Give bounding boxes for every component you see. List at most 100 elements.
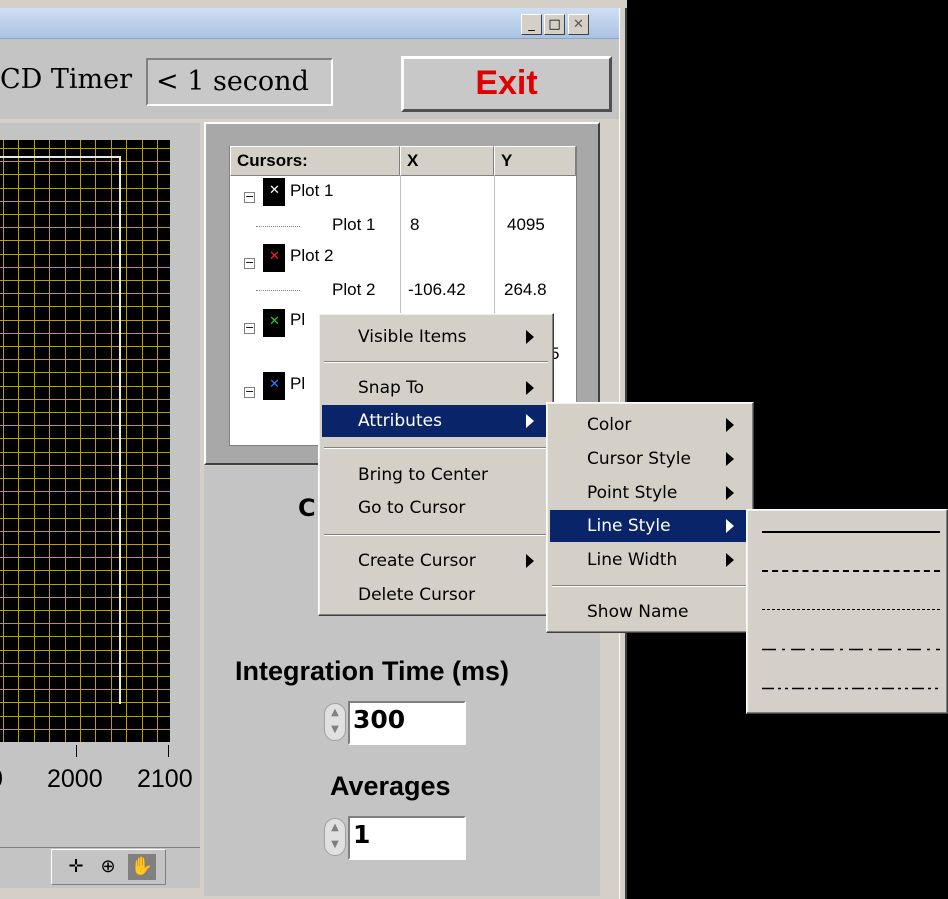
zoom-icon[interactable]: ⊕ [94, 854, 122, 880]
submenu-arrow-icon [526, 414, 534, 428]
x-tick-label: 0 [0, 765, 3, 794]
grid-line-horizontal [0, 584, 170, 585]
crosshair-icon[interactable]: ✛ [62, 854, 90, 880]
close-button[interactable]: ✕ [568, 14, 589, 35]
cursor-y-value[interactable]: 264.8 [504, 280, 547, 300]
submenu-arrow-icon [526, 554, 534, 568]
submenu-arrow-icon [526, 381, 534, 395]
menu-separator [324, 361, 548, 363]
collapse-icon[interactable]: − [244, 386, 255, 398]
menu-item-point-style[interactable]: Point Style [587, 483, 677, 503]
plot-1-marker-icon: ✕ [263, 178, 285, 206]
grid-line-horizontal [0, 597, 170, 598]
close-icon: ✕ [573, 17, 584, 32]
plot-trace-horizontal [0, 156, 121, 158]
grid-line-horizontal [0, 346, 170, 347]
plot-4-marker-icon: ✕ [263, 372, 285, 400]
menu-item-line-width[interactable]: Line Width [587, 550, 677, 570]
grid-line-horizontal [0, 201, 170, 202]
grid-line-horizontal [0, 214, 170, 215]
averages-input[interactable]: 1 [348, 816, 466, 860]
grid-line-horizontal [0, 148, 170, 149]
grid-line-horizontal [0, 716, 170, 717]
grid-line-horizontal [0, 425, 170, 426]
grid-line-vertical [111, 140, 112, 742]
menu-item-go-to-cursor[interactable]: Go to Cursor [358, 498, 465, 518]
grid-line-vertical [34, 140, 35, 742]
grid-line-horizontal [0, 333, 170, 334]
menu-separator [552, 585, 748, 587]
plot-trace-vertical [119, 156, 121, 704]
grid-line-horizontal [0, 386, 170, 387]
menu-item-color[interactable]: Color [587, 415, 631, 435]
menu-item-delete-cursor[interactable]: Delete Cursor [358, 585, 475, 605]
grid-line-vertical [80, 140, 81, 742]
grid-line-vertical [65, 140, 66, 742]
menu-item-create-cursor[interactable]: Create Cursor [358, 551, 476, 571]
grid-line-horizontal [0, 504, 170, 505]
menu-item-show-name[interactable]: Show Name [587, 602, 688, 622]
grid-line-horizontal [0, 663, 170, 664]
grid-line-horizontal [0, 452, 170, 453]
ccd-timer-indicator: < 1 second [146, 58, 333, 106]
line-style-solid[interactable] [762, 531, 940, 533]
grid-line-vertical [126, 140, 127, 742]
collapse-icon[interactable]: − [244, 322, 255, 334]
grid-line-vertical [157, 140, 158, 742]
x-axis-tick [76, 745, 77, 757]
x-axis-tick [168, 745, 169, 757]
y-column-header[interactable]: Y [494, 146, 576, 176]
maximize-icon: □ [548, 17, 561, 32]
x-column-header[interactable]: X [400, 146, 494, 176]
menu-item-attributes[interactable]: Attributes [358, 411, 442, 431]
cursor-plot-name[interactable]: Pl [290, 310, 305, 330]
cursor-y-value[interactable]: 4095 [507, 215, 545, 235]
menu-separator [324, 447, 548, 449]
grid-line-horizontal [0, 518, 170, 519]
grid-line-horizontal [0, 267, 170, 268]
cursors-column-header[interactable]: Cursors: [230, 146, 400, 176]
grid-line-horizontal [0, 702, 170, 703]
minimize-button[interactable]: _ [521, 14, 542, 35]
maximize-button[interactable]: □ [544, 14, 565, 35]
cursor-plot-name[interactable]: Plot 2 [290, 246, 333, 266]
averages-spinner[interactable]: ▲ ▼ [324, 818, 346, 856]
cursor-plot-name[interactable]: Pl [290, 374, 305, 394]
menu-item-visible-items[interactable]: Visible Items [358, 327, 467, 347]
grid-line-horizontal [0, 359, 170, 360]
cursor-plot-name[interactable]: Plot 1 [290, 181, 333, 201]
cursor-x-value[interactable]: -106.42 [408, 280, 466, 300]
collapse-icon[interactable]: − [244, 191, 255, 203]
menu-item-snap-to[interactable]: Snap To [358, 378, 424, 398]
exit-button[interactable]: Exit [401, 56, 612, 112]
cursor-child-name[interactable]: Plot 2 [332, 280, 375, 300]
grid-line-horizontal [0, 636, 170, 637]
cursor-x-value[interactable]: 8 [410, 215, 419, 235]
spectrum-graph[interactable] [0, 140, 170, 742]
grid-line-horizontal [0, 729, 170, 730]
menu-item-line-style[interactable]: Line Style [587, 516, 671, 536]
grid-line-horizontal [0, 491, 170, 492]
pan-hand-icon[interactable]: ✋ [128, 854, 156, 880]
x-tick-label: 2000 [47, 765, 103, 793]
collapse-icon[interactable]: − [244, 257, 255, 269]
cursor-child-name[interactable]: Plot 1 [332, 215, 375, 235]
plot-2-marker-icon: ✕ [263, 244, 285, 272]
averages-label: Averages [330, 771, 451, 801]
line-style-dashed[interactable] [762, 570, 940, 572]
integration-spinner[interactable]: ▲ ▼ [324, 703, 346, 741]
grid-line-horizontal [0, 676, 170, 677]
line-style-dotted[interactable] [762, 609, 940, 610]
grid-line-vertical [18, 140, 19, 742]
grid-line-horizontal [0, 188, 170, 189]
grid-line-horizontal [0, 544, 170, 545]
grid-line-horizontal [0, 438, 170, 439]
menu-separator [324, 534, 548, 536]
grid-line-horizontal [0, 280, 170, 281]
integration-time-input[interactable]: 300 [348, 701, 466, 745]
menu-item-bring-to-center[interactable]: Bring to Center [358, 465, 488, 485]
grid-line-horizontal [0, 254, 170, 255]
grid-line-horizontal [0, 478, 170, 479]
grid-line-horizontal [0, 650, 170, 651]
menu-item-cursor-style[interactable]: Cursor Style [587, 449, 691, 469]
